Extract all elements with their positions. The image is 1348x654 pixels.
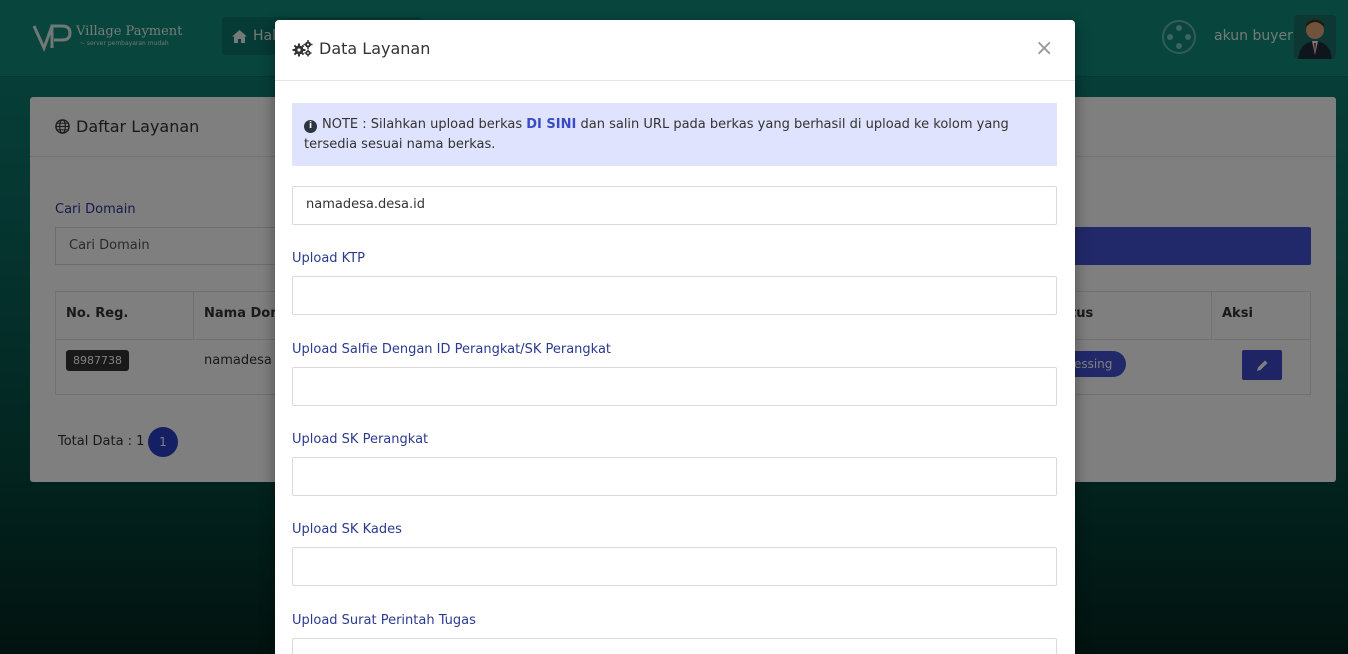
note-prefix: NOTE : Silahkan upload berkas [322, 117, 523, 132]
upload-ktp-label: Upload KTP [292, 251, 365, 266]
upload-sk-kades-field[interactable] [292, 547, 1057, 586]
close-button[interactable]: × [1035, 38, 1053, 60]
upload-sk-perangkat-label: Upload SK Perangkat [292, 432, 429, 447]
upload-sk-perangkat-field[interactable] [292, 457, 1057, 496]
info-icon: i [304, 120, 317, 133]
gears-icon [292, 40, 313, 57]
upload-ktp-field[interactable] [292, 276, 1057, 315]
upload-here-link[interactable]: DI SINI [526, 117, 576, 132]
modal-title-text: Data Layanan [319, 39, 431, 58]
upload-note-alert: i NOTE : Silahkan upload berkas DI SINI d… [292, 103, 1057, 166]
upload-selfie-field[interactable] [292, 367, 1057, 406]
modal-header: Data Layanan × [275, 20, 1075, 81]
domain-field[interactable]: namadesa.desa.id [292, 186, 1057, 225]
upload-selfie-label: Upload Salfie Dengan ID Perangkat/SK Per… [292, 342, 612, 357]
upload-surat-tugas-label: Upload Surat Perintah Tugas [292, 613, 476, 628]
modal-title: Data Layanan [292, 39, 430, 58]
data-layanan-modal: Data Layanan × i NOTE : Silahkan upload b… [275, 20, 1075, 654]
upload-sk-kades-label: Upload SK Kades [292, 522, 402, 537]
upload-surat-tugas-field[interactable] [292, 638, 1057, 654]
